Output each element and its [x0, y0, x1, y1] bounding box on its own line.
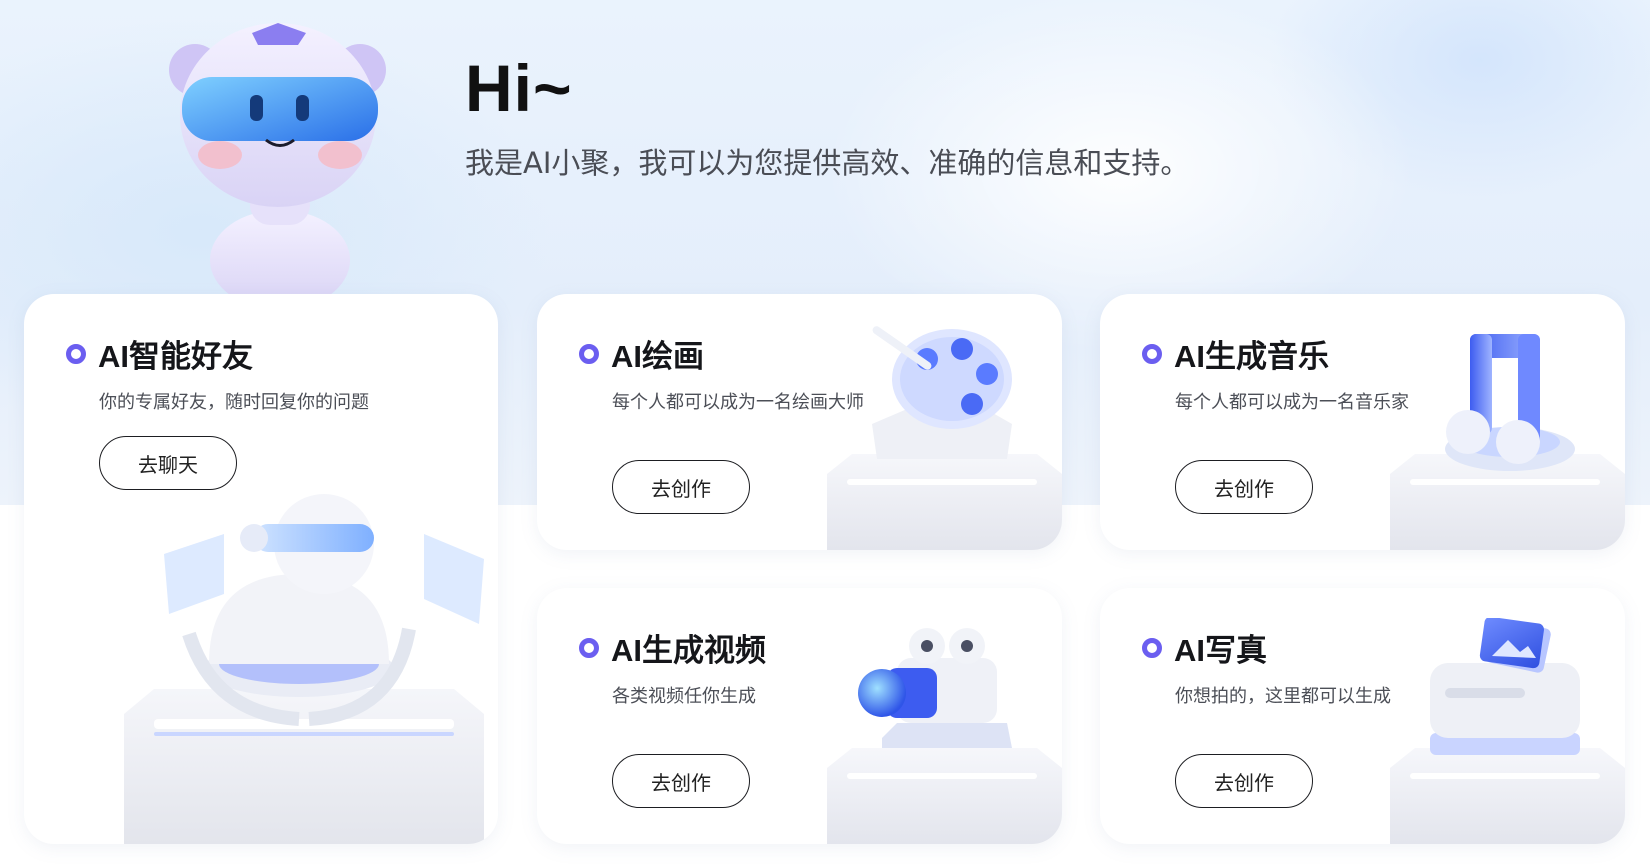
card-title-text: AI写真 — [1174, 633, 1267, 668]
create-button[interactable]: 去创作 — [612, 460, 750, 514]
greeting-title: Hi~ — [465, 51, 573, 125]
card-ai-painting[interactable]: AI绘画 每个人都可以成为一名绘画大师 去创作 — [537, 294, 1062, 550]
card-title-text: AI绘画 — [611, 339, 704, 374]
photo-printer-icon — [1390, 618, 1625, 844]
bullet-ring-icon — [579, 343, 599, 364]
card-ai-portrait[interactable]: AI写真 你想拍的，这里都可以生成 去创作 — [1100, 588, 1625, 844]
create-button[interactable]: 去创作 — [1175, 754, 1313, 808]
robot-pedestal-icon — [124, 494, 484, 844]
card-ai-video[interactable]: AI生成视频 各类视频任你生成 去创作 — [537, 588, 1062, 844]
card-title: AI写真 — [1142, 625, 1267, 670]
card-description: 你想拍的，这里都可以生成 — [1175, 686, 1391, 707]
create-button[interactable]: 去创作 — [1175, 460, 1313, 514]
bullet-ring-icon — [1142, 637, 1162, 658]
card-description: 各类视频任你生成 — [612, 686, 756, 707]
card-description: 每个人都可以成为一名音乐家 — [1175, 392, 1409, 413]
card-title-text: AI智能好友 — [98, 339, 253, 374]
greeting-subtitle: 我是AI小聚，我可以为您提供高效、准确的信息和支持。 — [465, 146, 1190, 180]
palette-icon — [827, 326, 1062, 550]
video-camera-icon — [827, 628, 1062, 844]
bullet-ring-icon — [579, 637, 599, 658]
card-description: 你的专属好友，随时回复你的问题 — [99, 392, 369, 413]
card-title: AI生成视频 — [579, 625, 766, 670]
bullet-ring-icon — [66, 343, 86, 364]
robot-mascot-icon — [169, 23, 386, 295]
bullet-ring-icon — [1142, 343, 1162, 364]
card-ai-music[interactable]: AI生成音乐 每个人都可以成为一名音乐家 去创作 — [1100, 294, 1625, 550]
card-title-text: AI生成视频 — [611, 633, 766, 668]
card-ai-friend[interactable]: AI智能好友 你的专属好友，随时回复你的问题 去聊天 — [24, 294, 498, 844]
card-title-text: AI生成音乐 — [1174, 339, 1329, 374]
card-title: AI生成音乐 — [1142, 331, 1329, 376]
create-button[interactable]: 去创作 — [612, 754, 750, 808]
card-title: AI智能好友 — [66, 331, 253, 376]
card-title: AI绘画 — [579, 331, 704, 376]
music-note-icon — [1390, 334, 1625, 550]
